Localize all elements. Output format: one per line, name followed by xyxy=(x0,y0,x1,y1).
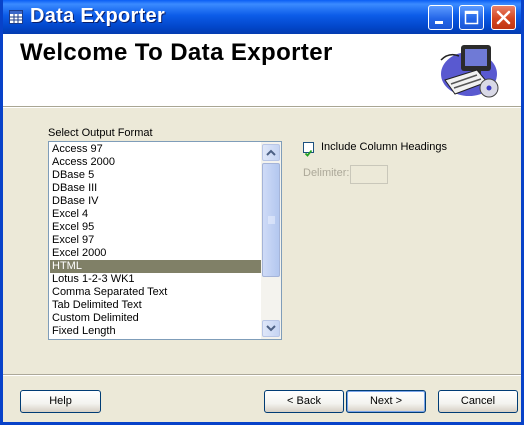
page-title: Welcome To Data Exporter xyxy=(20,39,333,66)
data-exporter-window: Data Exporter Welcome To Data Exporter S… xyxy=(0,0,524,425)
list-item[interactable]: HTML xyxy=(50,260,261,273)
list-item[interactable]: Fixed Length xyxy=(50,325,261,338)
include-headings-checkbox[interactable] xyxy=(303,142,314,157)
computer-export-icon xyxy=(440,45,499,98)
output-format-label: Select Output Format xyxy=(48,127,153,139)
minimize-button[interactable] xyxy=(428,5,453,30)
help-button[interactable]: Help xyxy=(20,390,101,413)
list-item[interactable]: DBase IV xyxy=(50,195,261,208)
list-item[interactable]: Excel 4 xyxy=(50,208,261,221)
table-icon xyxy=(9,10,23,24)
include-headings-label[interactable]: Include Column Headings xyxy=(321,141,447,153)
checkmark-icon xyxy=(304,149,313,157)
list-item[interactable]: Custom Delimited xyxy=(50,312,261,325)
grip-icon xyxy=(268,216,275,224)
list-item[interactable]: DBase III xyxy=(50,182,261,195)
list-item[interactable]: Excel 97 xyxy=(50,234,261,247)
chevron-up-icon xyxy=(266,149,276,156)
footer-divider-highlight xyxy=(3,375,521,376)
maximize-button[interactable] xyxy=(459,5,484,30)
list-item[interactable]: Tab Delimited Text xyxy=(50,299,261,312)
output-format-list: Access 97 Access 2000 DBase 5 DBase III DBas… xyxy=(50,143,261,338)
listbox-scrollbar[interactable] xyxy=(261,142,281,339)
cancel-button[interactable]: Cancel xyxy=(438,390,518,413)
minimize-icon xyxy=(435,21,443,24)
list-item[interactable]: Excel 95 xyxy=(50,221,261,234)
list-item[interactable]: Access 97 xyxy=(50,143,261,156)
maximize-icon xyxy=(464,10,479,25)
list-item[interactable]: Lotus 1-2-3 WK1 xyxy=(50,273,261,286)
chevron-down-icon xyxy=(266,325,276,332)
back-button[interactable]: < Back xyxy=(264,390,344,413)
close-button[interactable] xyxy=(491,5,516,30)
next-button[interactable]: Next > xyxy=(346,390,426,413)
wizard-header: Welcome To Data Exporter xyxy=(3,34,521,107)
window-title: Data Exporter xyxy=(30,5,166,27)
delimiter-input[interactable] xyxy=(350,165,388,184)
list-item[interactable]: Comma Separated Text xyxy=(50,286,261,299)
scroll-thumb[interactable] xyxy=(262,163,280,277)
delimiter-label: Delimiter: xyxy=(303,167,350,179)
header-divider xyxy=(3,107,521,108)
list-item[interactable]: Access 2000 xyxy=(50,156,261,169)
list-item[interactable]: Excel 2000 xyxy=(50,247,261,260)
close-icon xyxy=(496,10,511,25)
list-item[interactable]: DBase 5 xyxy=(50,169,261,182)
scroll-down-button[interactable] xyxy=(262,320,280,337)
scroll-up-button[interactable] xyxy=(262,144,280,161)
title-bar[interactable]: Data Exporter xyxy=(3,0,521,34)
output-format-listbox[interactable]: Access 97 Access 2000 DBase 5 DBase III DBas… xyxy=(48,141,282,340)
